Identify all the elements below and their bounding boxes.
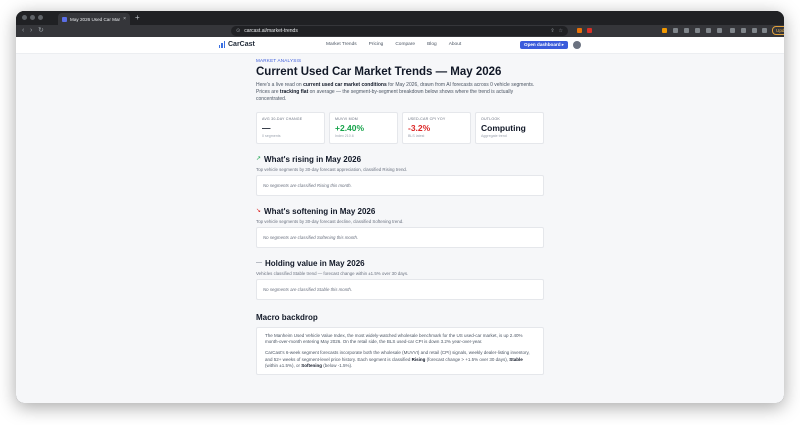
back-icon[interactable]: ‹	[22, 26, 24, 36]
vpn-shield-icon[interactable]	[762, 28, 767, 33]
extension-pin-icon[interactable]	[741, 28, 746, 33]
section-holding: — Holding value in May 2026 Vehicles cla…	[256, 259, 544, 300]
extension-box-icon[interactable]	[695, 28, 700, 33]
site-info-icon[interactable]: ⊙	[236, 28, 240, 34]
section-heading: ↗ What's rising in May 2026	[256, 155, 544, 164]
extension-fox-icon[interactable]	[662, 28, 667, 33]
nav-compare[interactable]: Compare	[395, 42, 415, 47]
stat-label: MUVVI MOM	[335, 116, 358, 121]
empty-state-card: No segments are classified Softening thi…	[256, 226, 544, 248]
page-viewport: CarCast Market Trends Pricing Compare Bl…	[16, 37, 784, 403]
macro-paragraph: CarCast's 6-week segment forecasts incor…	[265, 350, 530, 368]
extension-tag-icon[interactable]	[706, 28, 711, 33]
empty-state-card: No segments are classified Stable this m…	[256, 278, 544, 300]
favicon-icon	[62, 16, 67, 22]
stat-value: —	[262, 122, 271, 133]
empty-state-text: No segments are classified Stable this m…	[263, 286, 353, 292]
nav-about[interactable]: About	[449, 42, 462, 47]
bookmark-star-icon[interactable]: ☆	[559, 28, 563, 34]
maximize-window-dot[interactable]	[38, 15, 43, 20]
nav-market-trends[interactable]: Market Trends	[326, 42, 357, 47]
update-button[interactable]: Update	[772, 26, 784, 35]
extension-alert-icon[interactable]	[587, 28, 592, 33]
macro-heading: Macro backdrop	[256, 312, 318, 322]
nav-pricing[interactable]: Pricing	[369, 42, 384, 47]
site-menu: Market Trends Pricing Compare Blog About	[326, 42, 461, 47]
share-icon[interactable]: ⇪	[550, 28, 554, 34]
section-heading: — Holding value in May 2026	[256, 259, 544, 268]
bar-chart-logo-icon	[219, 41, 225, 48]
extension-brush-icon[interactable]	[752, 28, 757, 33]
stat-sub: Aggregate trend	[481, 133, 507, 138]
sidebar-toggle-icon[interactable]	[730, 28, 735, 33]
stat-card-muvvi: MUVVI MOM +2.40% Index 210.6	[329, 111, 398, 144]
intro-paragraph: Here's a live read on current used car m…	[256, 82, 535, 103]
stat-card-cpi: USED-CAR CPI YOY -3.2% BLS latest	[402, 111, 471, 144]
stat-sub: BLS latest	[408, 133, 425, 138]
site-navbar: CarCast Market Trends Pricing Compare Bl…	[16, 37, 784, 54]
section-title: What's rising in May 2026	[264, 154, 362, 164]
browser-toolbar: ‹ › ↻ ⊙ carcast.ai/market-trends ⇪ ☆ Upd…	[16, 25, 784, 37]
close-window-dot[interactable]	[22, 15, 27, 20]
open-dashboard-button[interactable]: Open dashboard ▸	[520, 41, 569, 49]
empty-state-text: No segments are classified Softening thi…	[263, 234, 359, 240]
stat-label: OUTLOOK	[481, 116, 500, 121]
forward-icon[interactable]: ›	[30, 26, 32, 36]
stat-sub: 0 segments	[262, 133, 281, 138]
macro-card: The Manheim Used Vehicle Value Index, th…	[256, 326, 544, 376]
macro-paragraph: The Manheim Used Vehicle Value Index, th…	[265, 332, 523, 344]
stat-sub: Index 210.6	[335, 133, 354, 138]
section-title: What's softening in May 2026	[264, 206, 376, 216]
stat-value: +2.40%	[335, 122, 365, 133]
stat-label: AVG 30-DAY CHANGE	[262, 116, 303, 121]
minimize-window-dot[interactable]	[30, 15, 35, 20]
extension-shield-icon[interactable]	[577, 28, 582, 33]
section-subtitle: Top vehicle segments by 30-day forecast …	[256, 166, 408, 172]
tab-title: May 2026 Used Car Market Tr	[70, 16, 121, 22]
main-content: MARKET ANALYSIS Current Used Car Market …	[256, 58, 544, 376]
extension-clip-icon[interactable]	[717, 28, 722, 33]
user-avatar[interactable]	[573, 41, 581, 49]
stat-value: -3.2%	[408, 122, 431, 133]
brand-name: CarCast	[228, 41, 255, 48]
brand-logo[interactable]: CarCast	[219, 41, 255, 48]
section-subtitle: Vehicles classified Stable trend — forec…	[256, 270, 409, 276]
extension-grid-icon[interactable]	[684, 28, 689, 33]
tab-strip: May 2026 Used Car Market Tr × +	[16, 11, 784, 25]
section-rising: ↗ What's rising in May 2026 Top vehicle …	[256, 155, 544, 196]
section-title: Holding value in May 2026	[265, 258, 365, 268]
address-bar[interactable]: ⊙ carcast.ai/market-trends ⇪ ☆	[231, 26, 568, 36]
tab-close-icon[interactable]: ×	[123, 16, 126, 22]
reload-icon[interactable]: ↻	[38, 26, 44, 36]
stats-row: AVG 30-DAY CHANGE — 0 segments MUVVI MOM…	[256, 111, 544, 144]
section-softening: ↘ What's softening in May 2026 Top vehic…	[256, 207, 544, 248]
empty-state-text: No segments are classified Rising this m…	[263, 182, 352, 188]
eyebrow-label: MARKET ANALYSIS	[256, 58, 302, 63]
extension-puzzle-icon[interactable]	[673, 28, 678, 33]
stat-label: USED-CAR CPI YOY	[408, 116, 446, 121]
trend-down-icon: ↘	[256, 208, 262, 215]
trend-flat-icon: —	[256, 260, 262, 267]
empty-state-card: No segments are classified Rising this m…	[256, 174, 544, 196]
browser-window: May 2026 Used Car Market Tr × + ‹ › ↻ ⊙ …	[16, 11, 784, 403]
trend-up-icon: ↗	[256, 156, 262, 163]
stat-value: Computing	[481, 122, 526, 133]
stat-card-outlook: OUTLOOK Computing Aggregate trend	[475, 111, 544, 144]
page-title: Current Used Car Market Trends — May 202…	[256, 66, 502, 78]
url-text[interactable]: carcast.ai/market-trends	[244, 28, 546, 34]
browser-tab-active[interactable]: May 2026 Used Car Market Tr ×	[58, 13, 130, 25]
section-heading: ↘ What's softening in May 2026	[256, 207, 544, 216]
new-tab-button[interactable]: +	[135, 13, 140, 23]
nav-blog[interactable]: Blog	[427, 42, 437, 47]
section-subtitle: Top vehicle segments by 30-day forecast …	[256, 218, 404, 224]
stat-card-avg-change: AVG 30-DAY CHANGE — 0 segments	[256, 111, 325, 144]
